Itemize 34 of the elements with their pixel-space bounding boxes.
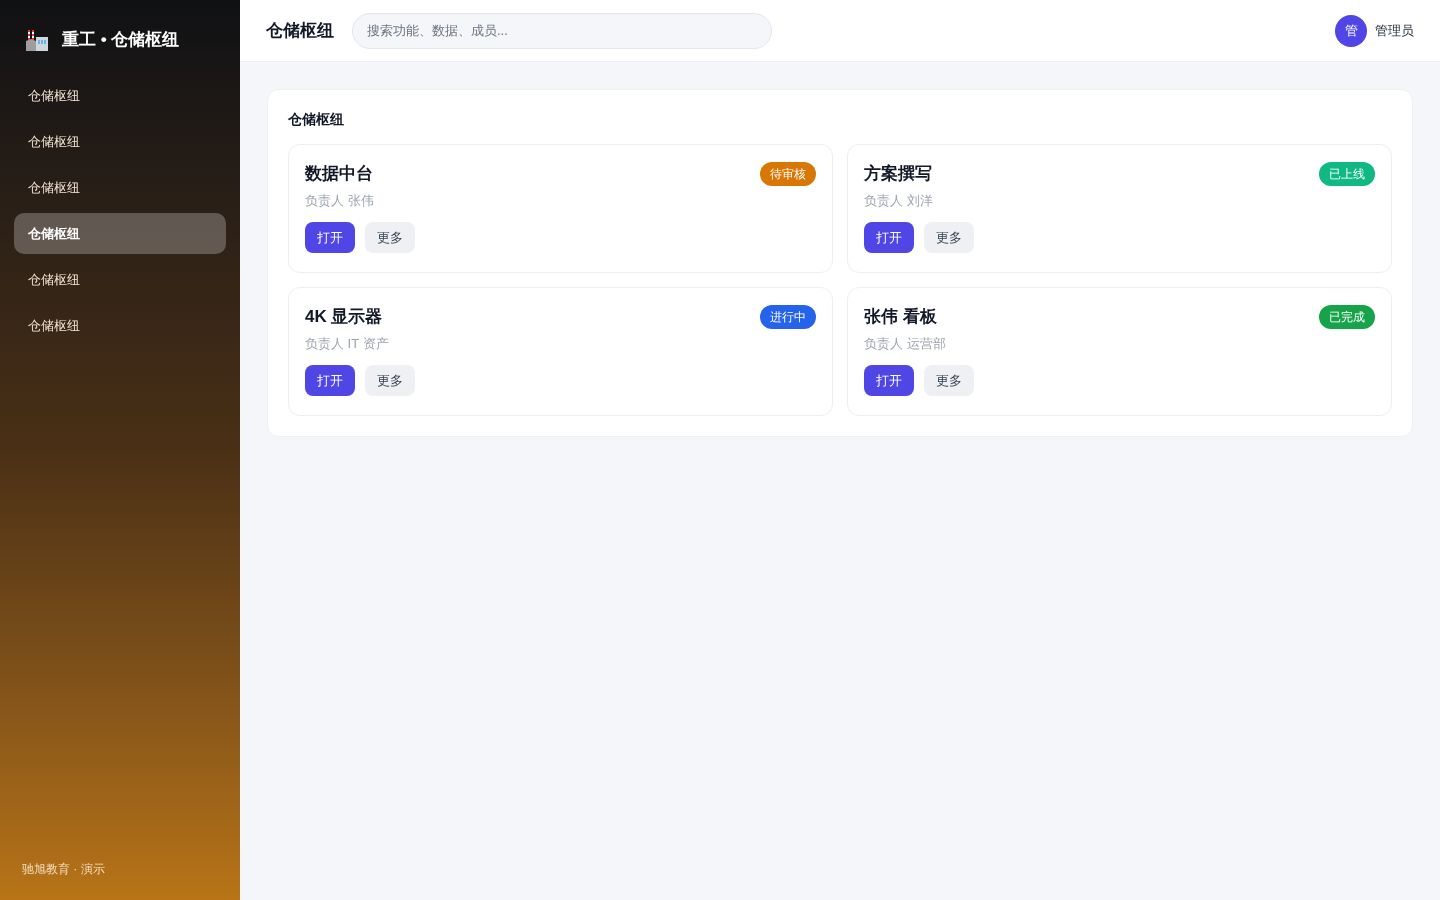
open-button[interactable]: 打开 (305, 222, 355, 253)
search-field[interactable]: 搜索功能、数据、成员... (352, 12, 772, 49)
user-avatar[interactable]: 管 (1335, 14, 1367, 47)
factory-icon (26, 29, 48, 51)
status-badge: 进行中 (760, 305, 816, 329)
more-button[interactable]: 更多 (924, 222, 974, 253)
nav-item[interactable]: 仓储枢纽 (14, 75, 226, 116)
nav-item[interactable]: 仓储枢纽 (14, 167, 226, 208)
more-button[interactable]: 更多 (924, 365, 974, 396)
more-button[interactable]: 更多 (365, 365, 415, 396)
status-badge: 已上线 (1319, 162, 1375, 186)
nav-item[interactable]: 仓储枢纽 (14, 259, 226, 300)
nav-item[interactable]: 仓储枢纽 (14, 213, 226, 254)
panel-title: 仓储枢纽 (288, 109, 344, 129)
open-button[interactable]: 打开 (864, 222, 914, 253)
open-button[interactable]: 打开 (305, 365, 355, 396)
status-badge: 已完成 (1319, 305, 1375, 329)
card-title: 张伟 看板 (864, 306, 937, 329)
brand-title: 重工 • 仓储枢纽 (62, 29, 180, 52)
owner-text: 负责人 刘洋 (864, 192, 933, 211)
owner-text: 负责人 运营部 (864, 335, 946, 354)
card-title: 数据中台 (305, 163, 373, 186)
card-title: 方案撰写 (864, 163, 932, 186)
more-button[interactable]: 更多 (365, 222, 415, 253)
owner-text: 负责人 IT 资产 (305, 335, 389, 354)
status-badge: 待审核 (760, 162, 816, 186)
owner-text: 负责人 张伟 (305, 192, 374, 211)
nav-item[interactable]: 仓储枢纽 (14, 121, 226, 162)
nav-item[interactable]: 仓储枢纽 (14, 305, 226, 346)
footer-text: 驰旭教育 · 演示 (22, 862, 105, 876)
page-title: 仓储枢纽 (266, 19, 335, 42)
open-button[interactable]: 打开 (864, 365, 914, 396)
card-title: 4K 显示器 (305, 306, 383, 329)
user-name: 管理员 (1375, 21, 1414, 40)
